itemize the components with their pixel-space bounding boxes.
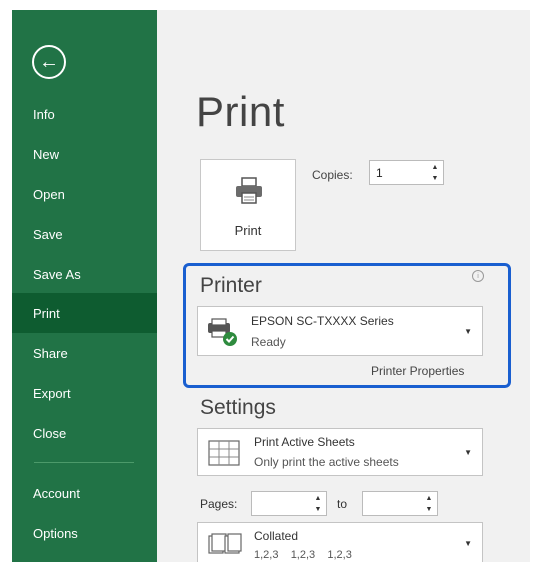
spin-arrows[interactable]: ▲ ▼ (424, 494, 434, 514)
sidebar-item-open[interactable]: Open (12, 174, 157, 214)
copies-label: Copies: (312, 168, 353, 182)
page-title: Print (196, 88, 285, 135)
to-label: to (337, 497, 348, 511)
spin-down-icon[interactable]: ▼ (426, 505, 433, 514)
printer-highlight-box (183, 263, 511, 388)
chevron-down-icon: ▼ (464, 538, 472, 548)
spin-up-icon[interactable]: ▲ (426, 494, 433, 503)
sidebar-item-label: Share (33, 345, 68, 361)
spin-up-icon[interactable]: ▲ (315, 494, 322, 503)
sidebar-item-label: Options (33, 525, 78, 541)
sidebar-item-info[interactable]: Info (12, 94, 157, 134)
collation-dropdown[interactable]: Collated 1,2,3 1,2,3 1,2,3 ▼ (197, 522, 483, 562)
spin-arrows[interactable]: ▲ ▼ (430, 163, 440, 183)
print-what-title: Print Active Sheets (254, 435, 355, 449)
copies-value: 1 (376, 166, 383, 180)
print-button[interactable]: Print (200, 159, 296, 251)
sidebar-item-label: Print (33, 305, 60, 321)
sheets-grid-icon (208, 440, 240, 466)
spin-up-icon[interactable]: ▲ (432, 163, 439, 172)
sidebar-item-new[interactable]: New (12, 134, 157, 174)
sidebar-item-label: Open (33, 186, 65, 202)
sidebar-item-export[interactable]: Export (12, 373, 157, 413)
copies-spinner[interactable]: 1 ▲ ▼ (369, 160, 444, 185)
spin-arrows[interactable]: ▲ ▼ (313, 494, 323, 514)
sidebar-item-account[interactable]: Account (12, 473, 157, 513)
print-what-sub: Only print the active sheets (254, 455, 399, 469)
sidebar-item-save-as[interactable]: Save As (12, 254, 157, 294)
collation-sub: 1,2,3 1,2,3 1,2,3 (254, 549, 352, 561)
collated-pages-icon (208, 533, 242, 554)
spin-down-icon[interactable]: ▼ (315, 505, 322, 514)
sidebar-item-close[interactable]: Close (12, 413, 157, 453)
print-what-dropdown[interactable]: Print Active Sheets Only print the activ… (197, 428, 483, 476)
printer-icon (236, 177, 262, 204)
sidebar-item-save[interactable]: Save (12, 214, 157, 254)
sidebar-item-label: Export (33, 385, 71, 401)
sidebar-item-label: Save As (33, 266, 81, 282)
sidebar-item-options[interactable]: Options (12, 513, 157, 553)
sidebar-item-share[interactable]: Share (12, 333, 157, 373)
backstage-sidebar: ← Info New Open Save Save As Print Share… (12, 10, 157, 562)
sidebar-item-label: Account (33, 485, 80, 501)
settings-section-title: Settings (200, 396, 276, 419)
sidebar-divider (34, 462, 134, 463)
sidebar-item-print[interactable]: Print (12, 293, 157, 333)
pages-from-spinner[interactable]: ▲ ▼ (251, 491, 327, 516)
back-arrow-icon[interactable]: ← (32, 45, 66, 79)
sidebar-item-label: Save (33, 226, 63, 242)
pages-label: Pages: (200, 497, 238, 511)
print-button-label: Print (234, 223, 262, 238)
collation-title: Collated (254, 529, 299, 543)
pages-to-spinner[interactable]: ▲ ▼ (362, 491, 438, 516)
sidebar-item-label: Close (33, 425, 67, 441)
sidebar-item-label: New (33, 146, 60, 162)
sidebar-item-label: Info (33, 106, 55, 122)
chevron-down-icon: ▼ (464, 448, 472, 457)
spin-down-icon[interactable]: ▼ (432, 174, 439, 183)
